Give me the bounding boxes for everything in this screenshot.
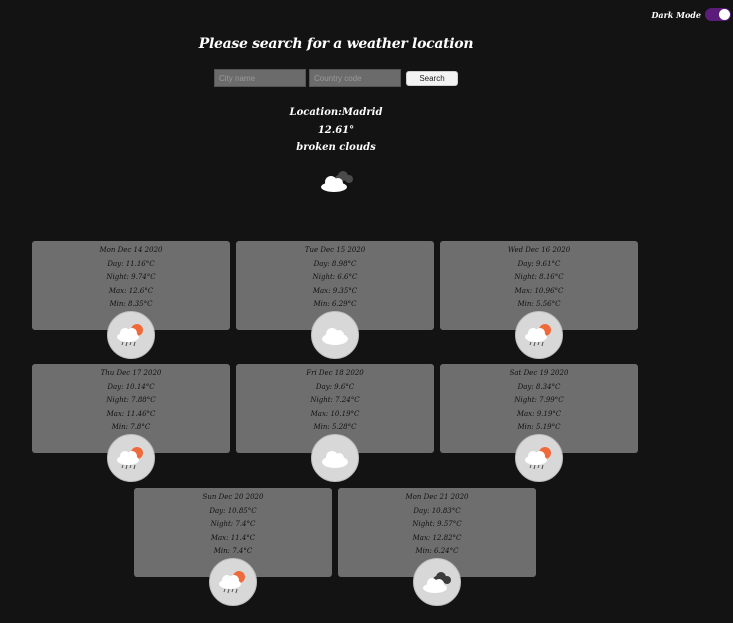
rain-icon <box>107 434 155 482</box>
current-location: Location:Madrid <box>289 107 383 118</box>
cloud-icon <box>311 311 359 359</box>
dark-mode-label: Dark Mode <box>651 9 701 20</box>
forecast-night: Night: 9.57°C <box>412 520 462 528</box>
forecast-night: Night: 7.88°C <box>106 396 156 404</box>
forecast-day: Day: 10.85°C <box>209 506 257 515</box>
forecast-day: Day: 9.6°C <box>315 382 355 391</box>
forecast-date: Sat Dec 19 2020 <box>509 369 569 377</box>
rain-icon <box>107 311 155 359</box>
forecast-max: Max: 12.82°C <box>412 533 462 542</box>
forecast-day: Day: 9.61°C <box>517 259 561 268</box>
forecast-min: Min: 5.56°C <box>517 300 561 308</box>
search-form: Search <box>214 69 458 87</box>
forecast-max: Max: 9.35°C <box>312 286 358 295</box>
dark-mode-switch[interactable] <box>705 8 731 21</box>
city-input[interactable] <box>214 69 306 87</box>
forecast-max: Max: 12.6°C <box>108 286 154 295</box>
forecast-max: Max: 10.96°C <box>514 286 564 295</box>
forecast-date: Thu Dec 17 2020 <box>100 369 162 377</box>
forecast-day: Day: 8.34°C <box>517 382 561 391</box>
rain-icon <box>515 434 563 482</box>
forecast-max: Max: 11.46°C <box>106 409 156 418</box>
dark-mode-knob <box>719 9 730 20</box>
forecast-night: Night: 9.74°C <box>106 273 156 281</box>
forecast-date: Sun Dec 20 2020 <box>202 493 264 501</box>
forecast-max: Max: 10.19°C <box>310 409 360 418</box>
current-description: broken clouds <box>296 142 376 153</box>
forecast-night: Night: 7.99°C <box>514 396 564 404</box>
current-weather: Location:Madrid 12.61° broken clouds <box>236 104 436 157</box>
forecast-min: Min: 5.19°C <box>517 423 561 431</box>
forecast-day: Day: 8.98°C <box>313 259 357 268</box>
forecast-night: Night: 6.6°C <box>312 273 358 281</box>
broken-clouds-icon <box>316 166 356 196</box>
forecast-day: Day: 10.83°C <box>413 506 461 515</box>
forecast-date: Wed Dec 16 2020 <box>507 246 571 254</box>
forecast-max: Max: 11.4°C <box>210 533 256 542</box>
dark-mode-toggle: Dark Mode <box>651 8 731 21</box>
forecast-min: Min: 7.8°C <box>111 423 151 431</box>
forecast-date: Tue Dec 15 2020 <box>304 246 366 254</box>
rain-icon <box>515 311 563 359</box>
rain-icon <box>209 558 257 606</box>
cloud-icon <box>311 434 359 482</box>
current-temperature: 12.61° <box>317 124 355 136</box>
country-input[interactable] <box>309 69 401 87</box>
forecast-min: Min: 5.28°C <box>313 423 357 431</box>
forecast-date: Fri Dec 18 2020 <box>306 369 364 377</box>
page-title: Please search for a weather location <box>198 36 474 52</box>
forecast-date: Mon Dec 21 2020 <box>405 493 469 501</box>
forecast-min: Min: 6.24°C <box>415 547 459 555</box>
forecast-min: Min: 8.35°C <box>109 300 153 308</box>
forecast-max: Max: 9.19°C <box>516 409 562 418</box>
forecast-night: Night: 8.16°C <box>514 273 564 281</box>
forecast-min: Min: 6.29°C <box>313 300 357 308</box>
forecast-day: Day: 11.16°C <box>107 259 155 268</box>
forecast-day: Day: 10.14°C <box>107 382 155 391</box>
search-button[interactable]: Search <box>406 70 458 86</box>
broken-clouds-icon <box>413 558 461 606</box>
forecast-date: Mon Dec 14 2020 <box>99 246 163 254</box>
forecast-min: Min: 7.4°C <box>213 547 253 555</box>
forecast-night: Night: 7.4°C <box>210 520 256 528</box>
forecast-night: Night: 7.24°C <box>310 396 360 404</box>
